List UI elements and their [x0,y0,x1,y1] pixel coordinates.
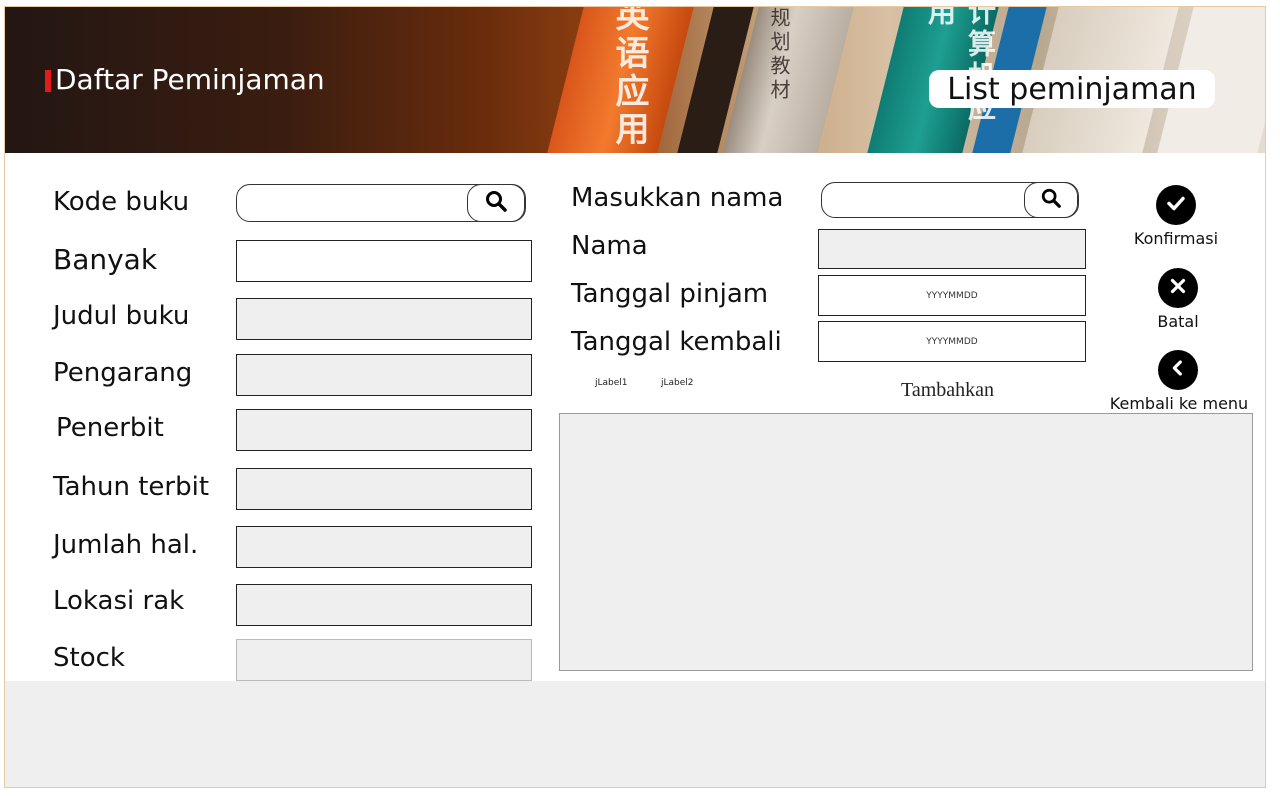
nama-search-button[interactable] [1024,182,1078,218]
banyak-field[interactable] [236,240,532,282]
stock-field[interactable] [236,639,532,681]
penerbit-field[interactable] [236,409,532,451]
tanggal-pinjam-label: Tanggal pinjam [571,279,769,309]
tanggal-pinjam-field[interactable]: YYYYMMDD [818,275,1086,316]
jlabel2: jLabel2 [661,378,694,388]
judul-buku-label: Judul buku [53,301,190,331]
kembali-button[interactable] [1158,350,1198,390]
kode-buku-label: Kode buku [53,187,190,217]
penerbit-label: Penerbit [56,413,164,443]
stock-label: Stock [53,643,125,673]
pengarang-field[interactable] [236,354,532,396]
app-title: Daftar Peminjaman [55,63,325,96]
tahun-terbit-field[interactable] [236,468,532,510]
konfirmasi-label: Konfirmasi [1133,229,1219,248]
tanggal-kembali-placeholder: YYYYMMDD [926,336,978,347]
nama-label: Nama [571,231,648,261]
search-icon [1040,187,1062,214]
masukkan-nama-label: Masukkan nama [571,183,784,213]
nama-search-input[interactable] [821,182,1079,218]
nama-field[interactable] [818,229,1086,269]
check-icon [1164,191,1188,220]
kode-buku-search-input[interactable] [236,184,526,222]
batal-label: Batal [1157,312,1199,331]
footer-panel [5,681,1265,787]
tanggal-kembali-field[interactable]: YYYYMMDD [818,321,1086,362]
close-icon [1167,275,1189,302]
header-banner: 英语应用 规划教材 计算机应用 Daftar Peminjaman List p… [5,7,1265,153]
tanggal-kembali-label: Tanggal kembali [571,327,782,357]
chevron-left-icon [1167,357,1189,384]
batal-button[interactable] [1158,268,1198,308]
banyak-label: Banyak [53,243,158,276]
jumlah-hal-label: Jumlah hal. [53,530,199,560]
brand-mark [45,70,51,92]
tahun-terbit-label: Tahun terbit [53,472,210,502]
tanggal-pinjam-placeholder: YYYYMMDD [926,290,978,301]
search-icon [484,189,508,218]
konfirmasi-button[interactable] [1156,185,1196,225]
kode-buku-search-button[interactable] [467,184,525,222]
jlabel1: jLabel1 [595,378,628,388]
kembali-label: Kembali ke menu [1109,394,1249,413]
app-window: 英语应用 规划教材 计算机应用 Daftar Peminjaman List p… [4,6,1266,788]
pengarang-label: Pengarang [53,358,193,388]
spine-text: 英语应用 [609,7,649,149]
tambahkan-button[interactable]: Tambahkan [901,379,994,402]
spine-text: 规划教材 [767,7,791,103]
peminjaman-table[interactable] [559,413,1253,671]
list-peminjaman-button[interactable]: List peminjaman [929,70,1215,108]
lokasi-rak-field[interactable] [236,584,532,626]
lokasi-rak-label: Lokasi rak [53,586,185,616]
judul-buku-field[interactable] [236,298,532,340]
jumlah-hal-field[interactable] [236,526,532,568]
